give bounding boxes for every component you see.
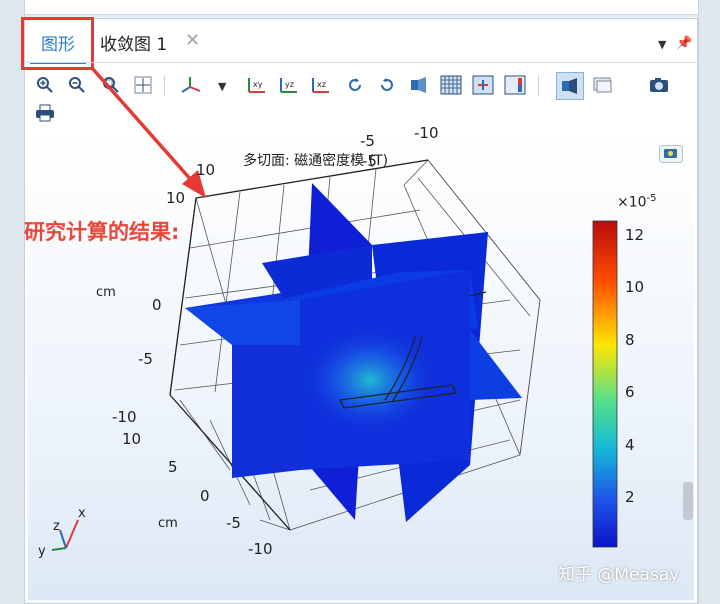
axis-triad-y: y <box>38 544 46 559</box>
axis-tick-label: -5 <box>362 152 377 170</box>
watermark: 知乎 @Measay <box>558 565 680 585</box>
axis-tick-label: 10 <box>122 430 142 448</box>
annotation-text: 研究计算的结果: <box>24 220 180 244</box>
axis-tick-label: 0 <box>200 487 210 505</box>
axis-tick-label: 5 <box>168 458 178 476</box>
colorbar-tick: 2 <box>625 488 635 506</box>
axis-tick-label: 10 <box>166 189 186 207</box>
colorbar-exponent-power: -5 <box>646 193 657 204</box>
colorbar-exponent: ×10-5 <box>617 193 657 211</box>
colorbar-exponent-base: ×10 <box>617 194 647 211</box>
axis-triad-x: x <box>78 506 86 521</box>
axis-triad-z: z <box>53 519 60 534</box>
colorbar-tick: 12 <box>625 226 645 244</box>
view-icon[interactable] <box>659 145 683 163</box>
axis-triad: x z y <box>38 506 86 559</box>
colorbar-tick: 6 <box>625 383 635 401</box>
axis-tick-label: -10 <box>248 540 273 558</box>
axis-tick-label: -10 <box>414 124 439 142</box>
axis-unit-label: cm <box>158 516 178 531</box>
colorbar-tick: 8 <box>625 331 635 349</box>
axis-tick-label: -10 <box>112 408 137 426</box>
axis-tick-label: 10 <box>196 161 216 179</box>
scrollbar-thumb[interactable] <box>683 482 693 520</box>
annotation-arrow <box>90 66 206 198</box>
colorbar-tick: 4 <box>625 436 635 454</box>
axis-tick-label: -5 <box>138 350 153 368</box>
colorbar-tick: 10 <box>625 278 645 296</box>
axis-tick-label: -5 <box>360 132 375 150</box>
colorbar <box>592 220 618 548</box>
3d-plot-scene: x z y <box>38 66 618 559</box>
axis-unit-label: cm <box>96 285 116 300</box>
axis-tick-label: 0 <box>152 296 162 314</box>
axis-tick-label: -5 <box>226 514 241 532</box>
